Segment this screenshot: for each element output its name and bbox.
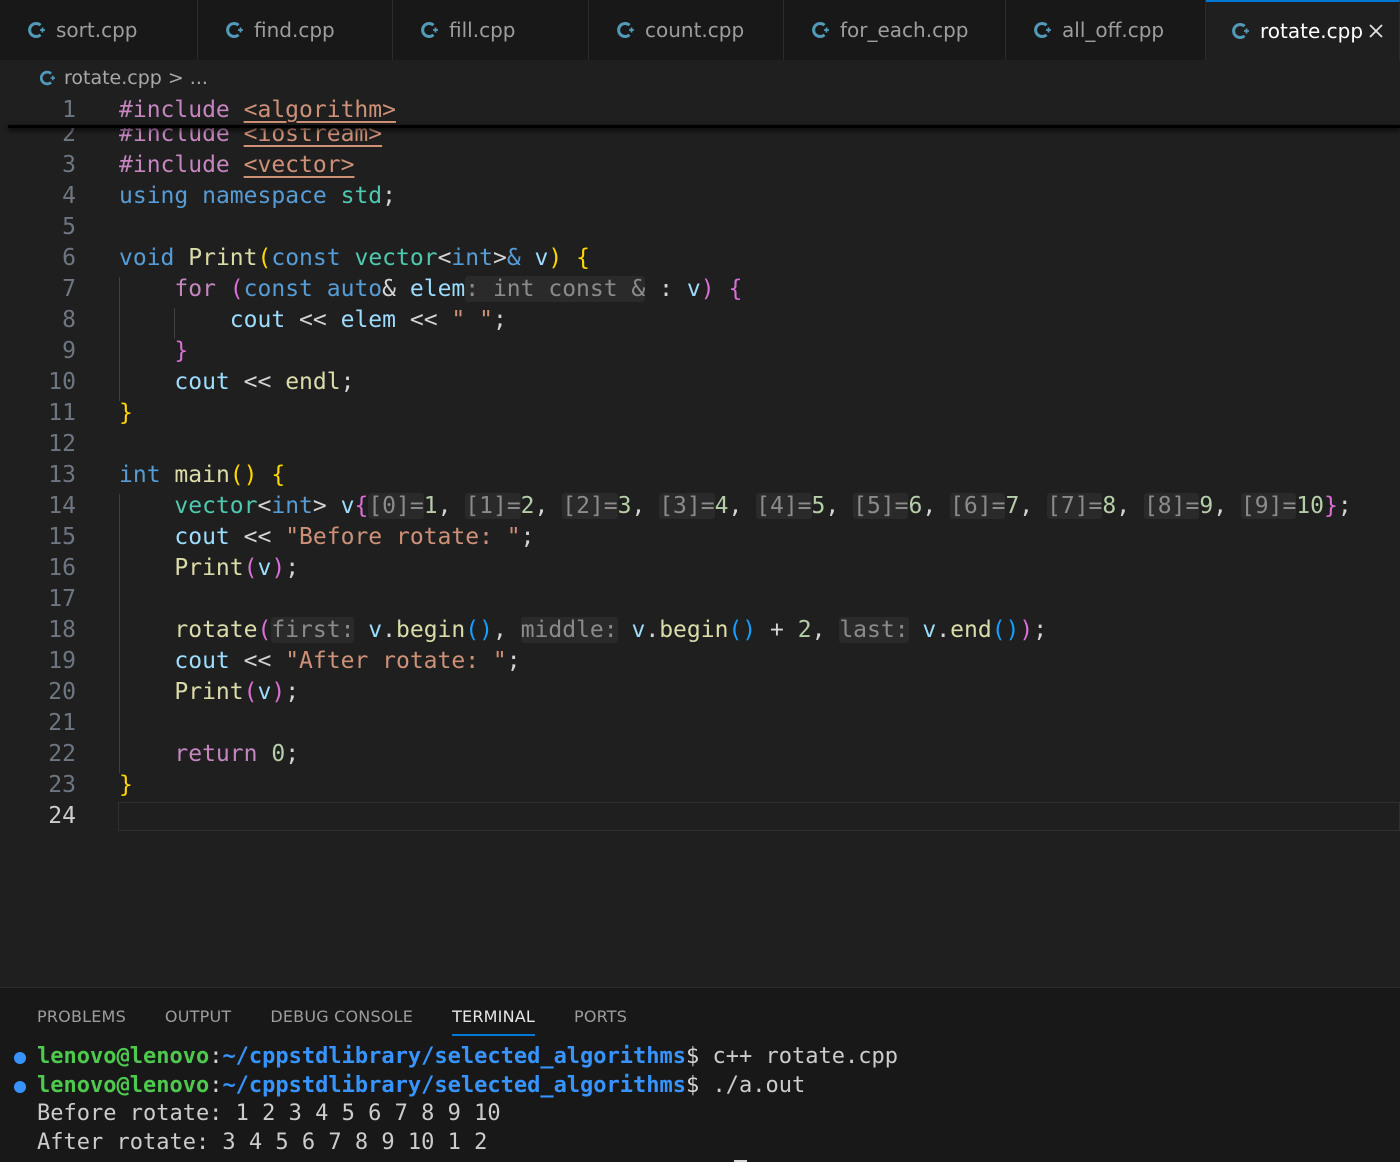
tab-output[interactable]: OUTPUT [165, 1004, 231, 1036]
inlay-type-hint: : int const & [465, 276, 646, 302]
inlay-index-hint: [2]= [562, 493, 618, 519]
vector-element-value: 10 [1296, 493, 1324, 519]
tab-find-cpp[interactable]: find.cpp [198, 0, 393, 60]
code-line: 16 Print(v); [48, 555, 300, 581]
chevron-right-icon: > [167, 67, 184, 89]
inlay-param-hint: last: [839, 617, 909, 643]
terminal-output-line: After rotate: 3 4 5 6 7 8 9 10 1 2 [37, 1129, 488, 1155]
tab-label: rotate.cpp [1260, 19, 1364, 43]
tab-label: count.cpp [645, 18, 745, 42]
command-status-dot-icon[interactable] [14, 1052, 26, 1064]
code-line: 1 #include <algorithm> [62, 97, 396, 123]
terminal-command-line: lenovo@lenovo:~/cppstdlibrary/selected_a… [0, 1043, 1400, 1072]
code-line: 8 cout << elem << " "; [62, 307, 507, 333]
cpp-file-icon [617, 22, 634, 38]
code-line: 10 cout << endl; [48, 369, 355, 395]
terminal[interactable]: lenovo@lenovo:~/cppstdlibrary/selected_a… [0, 1043, 1400, 1162]
code-line: 12 [48, 431, 76, 457]
inlay-index-hint: [9]= [1240, 493, 1297, 519]
tab-ports[interactable]: PORTS [574, 1004, 627, 1036]
code-line: 7 for (const auto& elem: int const & : v… [62, 276, 743, 302]
editor-tab-bar: sort.cpp find.cpp fill.cpp count.cpp for… [0, 0, 1400, 60]
terminal-output-line: Before rotate: 1 2 3 4 5 6 7 8 9 10 [37, 1101, 501, 1126]
code-line: 17 [48, 586, 76, 612]
terminal-command-line: lenovo@lenovo:~/cppstdlibrary/selected_a… [0, 1072, 1400, 1101]
inlay-param-hint: first: [271, 617, 355, 643]
vector-element-value: 1 [423, 493, 438, 519]
code-editor[interactable]: 1 #include <algorithm> 2 #include <iostrea… [0, 95, 1400, 985]
tab-label: fill.cpp [449, 18, 516, 42]
vector-element-value: 4 [714, 493, 729, 519]
tab-terminal[interactable]: TERMINAL [452, 1004, 536, 1036]
tab-label: sort.cpp [56, 18, 138, 42]
cpp-file-icon [28, 22, 45, 38]
code-line: 9 } [62, 338, 189, 364]
vector-element-value: 9 [1199, 493, 1214, 519]
panel-tabs: PROBLEMS OUTPUT DEBUG CONSOLE TERMINAL P… [37, 1004, 666, 1036]
bottom-panel: PROBLEMS OUTPUT DEBUG CONSOLE TERMINAL P… [0, 987, 1400, 1162]
code-line: 6 void Print(const vector<int>& v) { [62, 245, 590, 271]
vector-element-value: 2 [520, 493, 535, 519]
sticky-scroll-shadow [8, 125, 1400, 128]
tab-count-cpp[interactable]: count.cpp [589, 0, 784, 60]
tab-fill-cpp[interactable]: fill.cpp [393, 0, 589, 60]
breadcrumb-more[interactable]: ... [190, 67, 208, 89]
tab-all-off-cpp[interactable]: all_off.cpp [1006, 0, 1206, 60]
cpp-file-icon [1232, 23, 1249, 39]
code-line: 18 rotate(first: v.begin(), middle: v.be… [48, 617, 1048, 643]
inlay-index-hint: [3]= [659, 493, 715, 519]
code-line: 15 cout << "Before rotate: "; [48, 524, 535, 550]
code-line: 23} [48, 772, 133, 798]
inlay-index-hint: [0]= [368, 493, 424, 519]
breadcrumb: rotate.cpp > ... [0, 62, 1400, 94]
inlay-param-hint: middle: [520, 617, 618, 643]
tab-label: for_each.cpp [840, 18, 969, 42]
tab-debug-console[interactable]: DEBUG CONSOLE [270, 1004, 413, 1036]
vector-element-value: 7 [1005, 493, 1020, 519]
cpp-file-icon [421, 22, 438, 38]
tab-sort-cpp[interactable]: sort.cpp [0, 0, 198, 60]
code-line: 13 int main() { [48, 462, 286, 488]
vector-element-value: 8 [1102, 493, 1117, 519]
inlay-index-hint: [4]= [756, 493, 812, 519]
cpp-file-icon [39, 70, 56, 86]
command-status-dot-icon[interactable] [14, 1080, 26, 1093]
code-line: 19 cout << "After rotate: "; [48, 648, 521, 674]
breadcrumb-file[interactable]: rotate.cpp [64, 67, 162, 89]
inlay-index-hint: [7]= [1047, 493, 1103, 519]
tab-label: all_off.cpp [1062, 18, 1165, 42]
code-line: 22 return 0; [48, 741, 300, 767]
tab-rotate-cpp[interactable]: rotate.cpp [1206, 0, 1400, 60]
code-line: 5 [62, 214, 76, 240]
cpp-file-icon [226, 22, 243, 38]
code-line-current[interactable]: 24 [0, 801, 1400, 832]
tab-for-each-cpp[interactable]: for_each.cpp [784, 0, 1006, 60]
code-line: 4 using namespace std; [62, 183, 396, 209]
inlay-index-hint: [6]= [950, 493, 1006, 519]
cpp-file-icon [812, 22, 829, 38]
close-icon[interactable] [1365, 20, 1387, 42]
tab-problems[interactable]: PROBLEMS [37, 1004, 126, 1036]
code-line: 11} [48, 400, 133, 426]
vector-element-value: 6 [908, 493, 923, 519]
code-line: 14 vector<int> v{[0]=1, [1]=2, [2]=3, [3… [48, 493, 1352, 519]
tab-label: find.cpp [254, 18, 335, 42]
vector-element-value: 3 [617, 493, 632, 519]
code-line: 20 Print(v); [48, 679, 300, 705]
inlay-index-hint: [8]= [1143, 493, 1200, 519]
code-line: 21 [48, 710, 76, 736]
code-line: 3 #include <vector> [62, 152, 355, 178]
vector-element-value: 5 [811, 493, 826, 519]
cpp-file-icon [1034, 22, 1051, 38]
inlay-index-hint: [5]= [853, 493, 909, 519]
terminal-prompt-line[interactable] [0, 1157, 1400, 1162]
inlay-index-hint: [1]= [465, 493, 521, 519]
